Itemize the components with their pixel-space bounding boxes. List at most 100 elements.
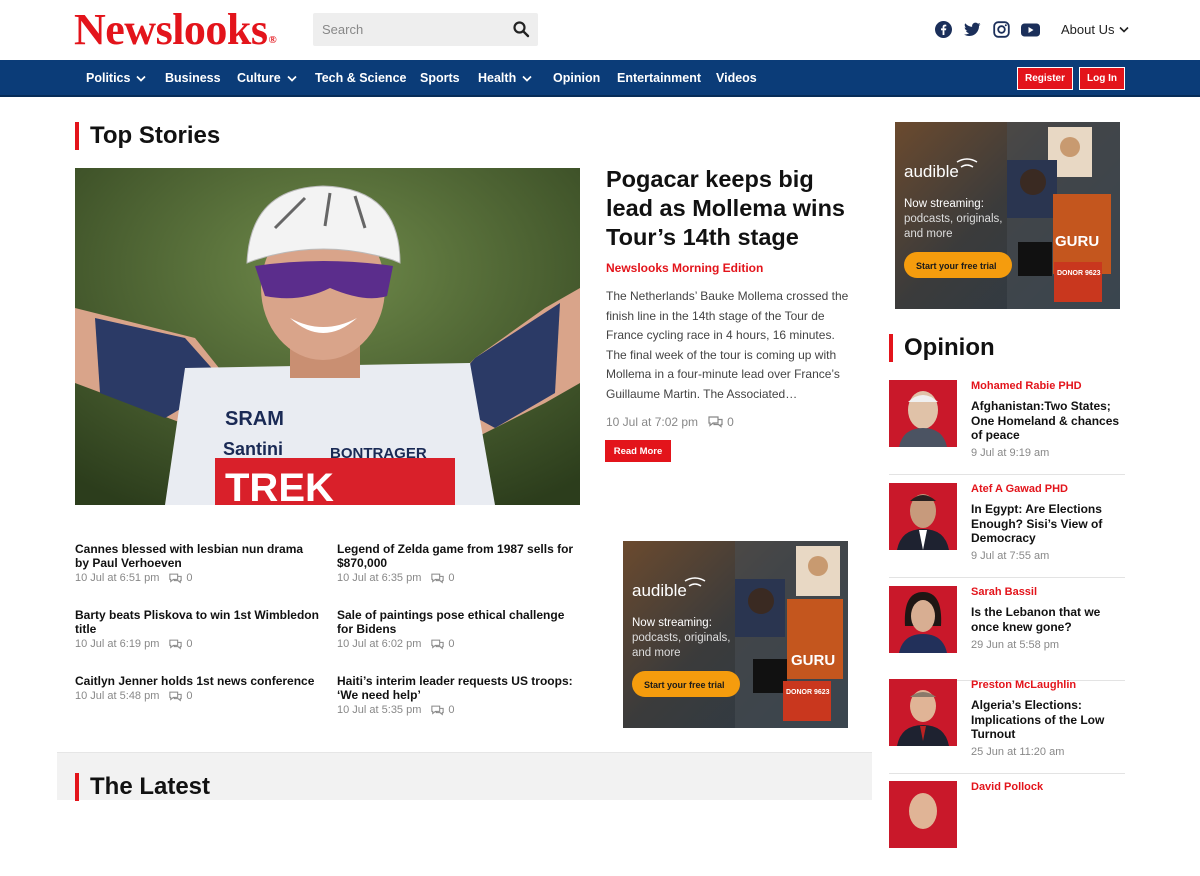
audible-logo-icon: [684, 577, 706, 587]
nav-item-tech-science[interactable]: Tech & Science: [315, 71, 406, 85]
nav-item-videos[interactable]: Videos: [716, 71, 757, 85]
ad-line1: Now streaming:: [904, 198, 984, 210]
comment-count: 0: [186, 638, 193, 650]
hero-headline[interactable]: Pogacar keeps big lead as Mollema wins T…: [606, 165, 856, 252]
opinion-date: 29 Jun at 5:58 pm: [971, 639, 1060, 651]
youtube-icon[interactable]: [1021, 23, 1040, 42]
author-photo[interactable]: [889, 679, 957, 746]
audible-ad-sidebar[interactable]: GURU DONOR 9623 audible Now streaming: p…: [895, 122, 1120, 309]
story-item[interactable]: Haiti’s interim leader requests US troop…: [337, 674, 582, 716]
top-stories-heading: Top Stories: [75, 122, 220, 150]
story-title[interactable]: Sale of paintings pose ethical challenge…: [337, 608, 582, 636]
facebook-icon[interactable]: [935, 21, 952, 43]
opinion-item[interactable]: Atef A Gawad PHD In Egypt: Are Elections…: [889, 483, 1125, 578]
comment-icon: [169, 691, 183, 701]
story-date: 10 Jul at 6:51 pm: [75, 572, 160, 584]
ad-line3: and more: [904, 228, 953, 240]
comment-icon: [169, 573, 183, 583]
story-comments[interactable]: 0: [169, 572, 193, 584]
author-photo[interactable]: [889, 586, 957, 653]
hero-comments[interactable]: 0: [708, 415, 734, 429]
opinion-item[interactable]: Sarah Bassil Is the Lebanon that we once…: [889, 586, 1125, 681]
search-icon[interactable]: [512, 20, 530, 38]
author-photo[interactable]: [889, 781, 957, 848]
nav-item-business[interactable]: Business: [165, 71, 221, 85]
story-title[interactable]: Caitlyn Jenner holds 1st news conference: [75, 674, 320, 688]
opinion-author[interactable]: Sarah Bassil: [971, 586, 1037, 598]
opinion-item[interactable]: Preston McLaughlin Algeria’s Elections: …: [889, 679, 1125, 774]
instagram-icon[interactable]: [993, 21, 1010, 43]
comment-count: 0: [448, 572, 455, 584]
login-button[interactable]: Log In: [1079, 67, 1125, 90]
opinion-date: 25 Jun at 11:20 am: [971, 746, 1065, 758]
nav-item-sports[interactable]: Sports: [420, 71, 460, 85]
latest-heading: The Latest: [75, 773, 210, 801]
audible-ad[interactable]: GURU DONOR 9623 audible Now streaming: p…: [623, 541, 848, 728]
story-title[interactable]: Barty beats Pliskova to win 1st Wimbledo…: [75, 608, 320, 636]
story-date: 10 Jul at 6:19 pm: [75, 638, 160, 650]
audible-logo-icon: [956, 158, 978, 168]
hero-date: 10 Jul at 7:02 pm: [606, 415, 699, 429]
story-date: 10 Jul at 6:02 pm: [337, 638, 422, 650]
story-comments[interactable]: 0: [431, 572, 455, 584]
search-input[interactable]: [313, 13, 498, 46]
nav-item-politics[interactable]: Politics: [86, 71, 147, 85]
nav-item-opinion[interactable]: Opinion: [553, 71, 600, 85]
register-button[interactable]: Register: [1017, 67, 1073, 90]
opinion-item[interactable]: David Pollock: [889, 781, 1125, 876]
comment-icon: [431, 639, 445, 649]
author-photo[interactable]: [889, 483, 957, 550]
site-logo[interactable]: Newslooks®: [74, 4, 277, 55]
opinion-item[interactable]: Mohamed Rabie PHD Afghanistan:Two States…: [889, 380, 1125, 475]
opinion-title[interactable]: Is the Lebanon that we once knew gone?: [971, 605, 1127, 634]
story-comments[interactable]: 0: [431, 704, 455, 716]
nav-label: Politics: [86, 71, 131, 85]
story-title[interactable]: Haiti’s interim leader requests US troop…: [337, 674, 582, 702]
story-comments[interactable]: 0: [169, 690, 193, 702]
story-title[interactable]: Cannes blessed with lesbian nun drama by…: [75, 542, 320, 570]
chevron-down-icon: [136, 75, 147, 82]
opinion-author[interactable]: Atef A Gawad PHD: [971, 483, 1068, 495]
opinion-author[interactable]: Mohamed Rabie PHD: [971, 380, 1082, 392]
main-nav: Politics Business Culture Tech & Science…: [0, 60, 1200, 97]
opinion-author[interactable]: David Pollock: [971, 781, 1043, 793]
story-item[interactable]: Barty beats Pliskova to win 1st Wimbledo…: [75, 608, 320, 650]
opinion-title[interactable]: Afghanistan:Two States; One Homeland & c…: [971, 399, 1127, 443]
author-photo[interactable]: [889, 380, 957, 447]
nav-label: Entertainment: [617, 71, 702, 85]
story-date: 10 Jul at 5:35 pm: [337, 704, 422, 716]
registered-mark: ®: [268, 34, 277, 46]
story-meta: 10 Jul at 6:35 pm 0: [337, 572, 582, 584]
story-item[interactable]: Sale of paintings pose ethical challenge…: [337, 608, 582, 650]
opinion-title[interactable]: Algeria’s Elections: Implications of the…: [971, 698, 1127, 742]
comment-icon: [431, 573, 445, 583]
ad-tile: [1018, 242, 1052, 276]
nav-label: Health: [478, 71, 517, 85]
ad-tile-guru: GURU: [791, 652, 835, 669]
story-item[interactable]: Caitlyn Jenner holds 1st news conference…: [75, 674, 320, 702]
nav-label: Videos: [716, 71, 757, 85]
story-comments[interactable]: 0: [431, 638, 455, 650]
nav-item-culture[interactable]: Culture: [237, 71, 297, 85]
twitter-icon[interactable]: [964, 22, 981, 42]
ad-tile-donor: DONOR 9623: [786, 689, 830, 696]
nav-label: Business: [165, 71, 221, 85]
story-title[interactable]: Legend of Zelda game from 1987 sells for…: [337, 542, 582, 570]
opinion-author[interactable]: Preston McLaughlin: [971, 679, 1076, 691]
hero-image[interactable]: SRAM Santini BONTRAGER TREK: [75, 168, 580, 505]
story-item[interactable]: Cannes blessed with lesbian nun drama by…: [75, 542, 320, 584]
ad-tile-guru: GURU: [1055, 233, 1099, 250]
read-more-button[interactable]: Read More: [605, 440, 671, 462]
hero-edition-label[interactable]: Newslooks Morning Edition: [606, 261, 763, 275]
comment-count: 0: [727, 415, 734, 429]
nav-item-health[interactable]: Health: [478, 71, 532, 85]
ad-line3: and more: [632, 647, 681, 659]
opinion-title[interactable]: In Egypt: Are Elections Enough? Sisi’s V…: [971, 502, 1127, 546]
about-us-menu[interactable]: About Us: [1061, 22, 1130, 37]
story-meta: 10 Jul at 5:48 pm 0: [75, 690, 320, 702]
hero-meta: 10 Jul at 7:02 pm 0: [606, 415, 734, 429]
nav-item-entertainment[interactable]: Entertainment: [617, 71, 701, 85]
comment-count: 0: [448, 704, 455, 716]
story-item[interactable]: Legend of Zelda game from 1987 sells for…: [337, 542, 582, 584]
story-comments[interactable]: 0: [169, 638, 193, 650]
